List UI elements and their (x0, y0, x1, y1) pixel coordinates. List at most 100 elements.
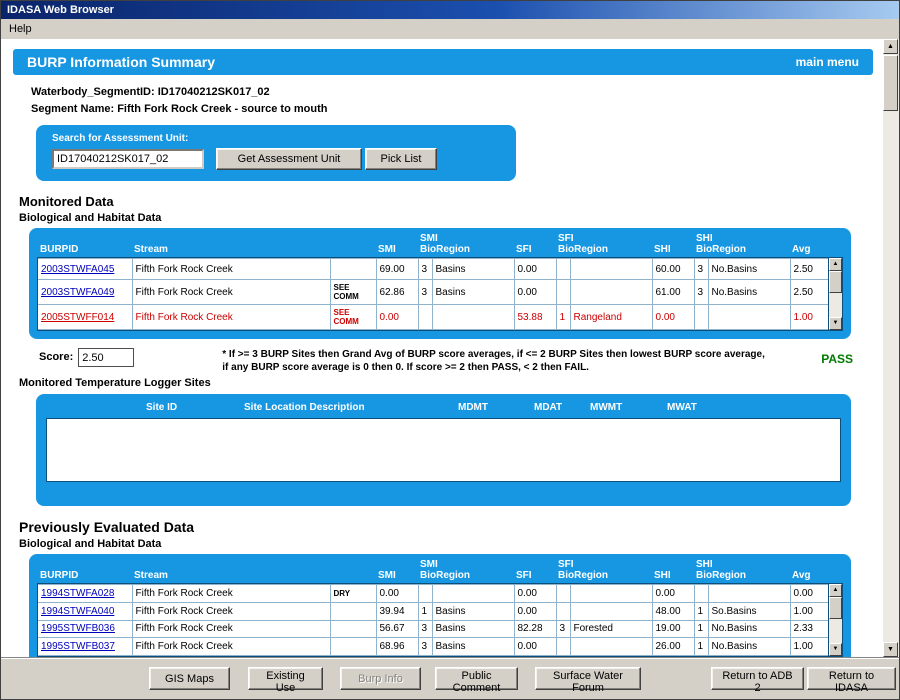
waterbody-segment-line: Waterbody_SegmentID: ID17040212SK017_02 (31, 86, 883, 98)
pick-list-button[interactable]: Pick List (365, 148, 437, 170)
comment-cell (329, 258, 377, 281)
previous-table-header: BURPID Stream SMI SMI BioRegion SFI SFI Bi… (37, 559, 827, 583)
segment-name-label: Segment Name: (31, 103, 115, 115)
burpid-link[interactable]: 2005STWFF014 (41, 312, 114, 323)
smi-bioregion-num-cell: 3 (417, 279, 433, 305)
pass-fail-status: PASS (821, 352, 853, 366)
smi-bioregion-cell (431, 584, 515, 603)
page-scrollbar[interactable]: ▲ ▼ (883, 39, 899, 657)
monitored-table-scrollbar[interactable]: ▲ ▼ (828, 258, 842, 330)
burpid-link[interactable]: 2003STWFA049 (41, 287, 114, 298)
sfi-bioregion-num-cell (555, 584, 571, 603)
comment-cell (329, 637, 377, 656)
smi-cell: 0.00 (375, 304, 419, 330)
surface-water-forum-button[interactable]: Surface Water Forum (535, 667, 641, 694)
window-title: IDASA Web Browser (7, 4, 114, 16)
stream-cell: Fifth Fork Rock Creek (131, 258, 331, 281)
avg-cell: 2.50 (789, 258, 828, 281)
sfi-bioregion-num-cell (555, 637, 571, 656)
burpid-cell: 2005STWFF014 (38, 304, 133, 330)
segment-name-value: Fifth Fork Rock Creek - source to mouth (117, 103, 328, 115)
burpid-link[interactable]: 1995STWFB036 (41, 623, 115, 634)
main-menu-link[interactable]: main menu (796, 55, 859, 69)
search-label: Search for Assessment Unit: (52, 133, 189, 144)
scrollbar-thumb[interactable] (829, 271, 842, 293)
smi-bioregion-cell: Basins (431, 258, 515, 281)
col-header-shi: SHI (654, 244, 671, 255)
menu-help[interactable]: Help (1, 21, 40, 37)
avg-cell: 1.00 (789, 601, 828, 621)
sfi-bioregion-num-cell (555, 258, 571, 281)
smi-bioregion-cell (431, 304, 515, 330)
scrollbar-thumb[interactable] (883, 55, 898, 111)
col-header-mwmt: MWMT (590, 402, 623, 413)
burpid-link[interactable]: 2003STWFA045 (41, 264, 114, 275)
score-input[interactable] (78, 348, 135, 367)
avg-cell: 0.00 (789, 584, 828, 603)
previous-table-scrollbar[interactable]: ▲ ▼ (828, 584, 842, 656)
gis-maps-button[interactable]: GIS Maps (149, 667, 230, 690)
existing-use-button[interactable]: Existing Use (248, 667, 323, 694)
smi-bioregion-num-cell: 3 (417, 258, 433, 281)
burpid-cell: 2003STWFA045 (38, 258, 133, 281)
stream-cell: Fifth Fork Rock Creek (131, 637, 331, 656)
scroll-down-icon[interactable]: ▼ (829, 317, 842, 330)
shi-bioregion-cell: No.Basins (707, 279, 791, 305)
comment-cell (329, 601, 377, 621)
burpid-link[interactable]: 1994STWFA028 (41, 588, 114, 599)
get-assessment-unit-button[interactable]: Get Assessment Unit (216, 148, 362, 170)
col-header-sfi: SFI (516, 244, 532, 255)
col-header-smi: SMI (378, 244, 396, 255)
table-row: 2003STWFA049 Fifth Fork Rock Creek SEE C… (38, 279, 828, 305)
smi-bioregion-num-cell (417, 304, 433, 330)
public-comment-button[interactable]: Public Comment (435, 667, 518, 694)
temperature-header-row: Site ID Site Location Description MDMT M… (46, 402, 841, 418)
burpid-link[interactable]: 1994STWFA040 (41, 606, 114, 617)
stream-cell: Fifth Fork Rock Creek (131, 304, 331, 330)
smi-cell: 56.67 (375, 619, 419, 639)
scroll-up-icon[interactable]: ▲ (829, 258, 842, 271)
smi-bioregion-num-cell: 3 (417, 637, 433, 656)
shi-cell: 60.00 (651, 258, 695, 281)
scroll-up-icon[interactable]: ▲ (883, 39, 898, 54)
scroll-up-icon[interactable]: ▲ (829, 584, 842, 597)
col-header-comment (329, 559, 375, 583)
burpid-cell: 1994STWFA040 (38, 601, 133, 621)
sfi-bioregion-num-cell: 3 (555, 619, 571, 639)
shi-bioregion-cell (707, 584, 791, 603)
table-row: 2005STWFF014 Fifth Fork Rock Creek SEE C… (38, 304, 828, 330)
smi-cell: 68.96 (375, 637, 419, 656)
shi-bioregion-cell: No.Basins (707, 258, 791, 281)
col-header-smi-bioregion: SMI BioRegion (420, 559, 470, 581)
scroll-down-icon[interactable]: ▼ (829, 643, 842, 656)
comment-cell (329, 619, 377, 639)
stream-cell: Fifth Fork Rock Creek (131, 619, 331, 639)
temperature-table-body-box (46, 418, 841, 482)
burpid-link[interactable]: 1995STWFB037 (41, 641, 115, 652)
sfi-bioregion-cell (569, 637, 653, 656)
score-note: * If >= 3 BURP Sites then Grand Avg of B… (222, 349, 765, 373)
col-header-sfi-bioregion: SFI BioRegion (558, 233, 608, 255)
footer-button-bar: GIS Maps Existing Use Burp Info Public C… (1, 657, 899, 699)
scrollbar-thumb[interactable] (829, 597, 842, 619)
burp-info-button[interactable]: Burp Info (340, 667, 421, 690)
return-to-adb2-button[interactable]: Return to ADB 2 (711, 667, 804, 694)
scroll-down-icon[interactable]: ▼ (883, 642, 898, 657)
col-header-shi-bioregion: SHI BioRegion (696, 559, 746, 581)
smi-bioregion-num-cell (417, 584, 433, 603)
previous-table-panel: BURPID Stream SMI SMI BioRegion SFI SFI Bi… (29, 554, 851, 657)
table-row: 1995STWFB036 Fifth Fork Rock Creek 56.67… (38, 619, 828, 639)
burpid-cell: 1994STWFA028 (38, 584, 133, 603)
monitored-table-panel: BURPID Stream SMI SMI BioRegion SFI SFI Bi… (29, 228, 851, 339)
sfi-bioregion-num-cell (555, 601, 571, 621)
sfi-bioregion-cell (569, 601, 653, 621)
col-header-shi: SHI (654, 570, 671, 581)
shi-bioregion-num-cell: 1 (693, 637, 709, 656)
shi-bioregion-num-cell (693, 304, 709, 330)
assessment-unit-input[interactable] (52, 149, 204, 169)
smi-bioregion-cell: Basins (431, 619, 515, 639)
title-bar: IDASA Web Browser (1, 1, 899, 19)
stream-cell: Fifth Fork Rock Creek (131, 279, 331, 305)
return-to-idasa-button[interactable]: Return to IDASA (807, 667, 896, 694)
col-header-mdat: MDAT (534, 402, 563, 413)
